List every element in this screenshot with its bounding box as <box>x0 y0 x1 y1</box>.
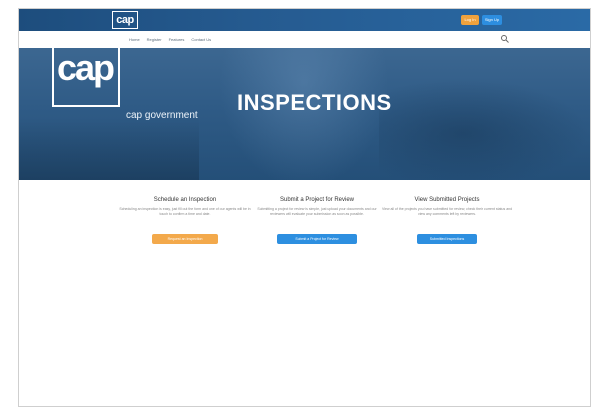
action-cards: Schedule an Inspection Scheduling an ins… <box>19 180 590 300</box>
card-description: Scheduling an inspection is easy, just f… <box>119 207 251 216</box>
card-title: View Submitted Projects <box>414 197 480 203</box>
nav-link-home[interactable]: Home <box>129 36 140 43</box>
card-description: View all of the projects you have submit… <box>381 207 513 216</box>
card-view-projects: View Submitted Projects View all of the … <box>377 197 517 245</box>
login-button[interactable]: Log In <box>461 15 479 25</box>
nav-links: Home Register Features Contact Us <box>129 36 211 43</box>
hero-logo: cap <box>57 48 115 88</box>
hero-background-shadow <box>379 78 589 180</box>
submit-project-button[interactable]: Submit a Project for Review <box>277 234 357 244</box>
search-icon[interactable] <box>500 34 510 44</box>
browser-page: cap Log In Sign Up Home Register Feature… <box>18 8 591 407</box>
card-schedule-inspection: Schedule an Inspection Scheduling an ins… <box>115 197 255 245</box>
card-title: Submit a Project for Review <box>279 197 355 203</box>
hero-tagline: cap government <box>126 110 198 121</box>
card-title: Schedule an Inspection <box>153 197 217 203</box>
signup-button[interactable]: Sign Up <box>482 15 502 25</box>
header-logo[interactable]: cap <box>112 11 138 29</box>
card-submit-project: Submit a Project for Review Submitting a… <box>247 197 387 245</box>
nav-link-features[interactable]: Features <box>169 36 185 43</box>
nav-bar: Home Register Features Contact Us <box>19 31 590 49</box>
submitted-inspections-button[interactable]: Submitted Inspections <box>417 234 477 244</box>
card-description: Submitting a project for review is simpl… <box>257 207 377 216</box>
top-header-bar: cap Log In Sign Up <box>19 9 590 31</box>
hero-banner: cap cap government INSPECTIONS <box>19 48 590 180</box>
hero-background-fade <box>19 118 199 180</box>
request-inspection-button[interactable]: Request an Inspection <box>152 234 218 244</box>
nav-link-contact[interactable]: Contact Us <box>191 36 211 43</box>
page-title: INSPECTIONS <box>237 90 392 115</box>
nav-link-register[interactable]: Register <box>147 36 162 43</box>
